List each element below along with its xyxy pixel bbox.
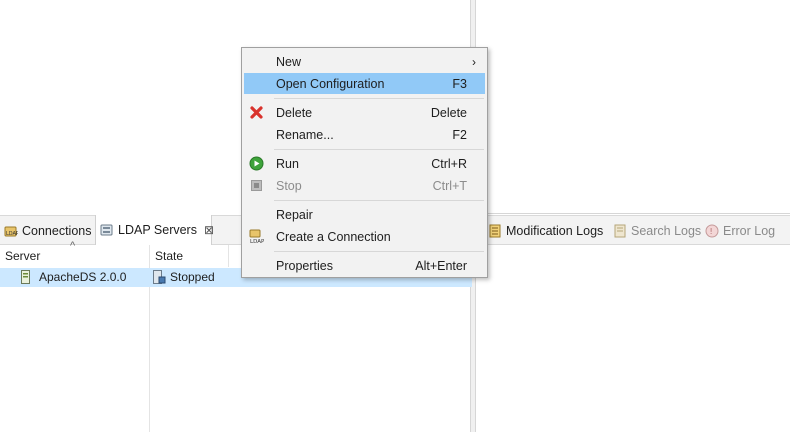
svg-text:LDAP: LDAP: [250, 239, 264, 244]
menu-item-run[interactable]: Run Ctrl+R: [244, 153, 485, 174]
server-icon: [21, 270, 30, 287]
chevron-right-icon: ›: [472, 54, 476, 69]
menu-item-create-connection[interactable]: LDAP Create a Connection: [244, 226, 485, 247]
run-icon: [249, 156, 264, 171]
server-state: Stopped: [170, 270, 215, 284]
connections-icon: LDAP: [4, 224, 19, 238]
menu-item-repair[interactable]: Repair: [244, 204, 485, 225]
server-name: ApacheDS 2.0.0: [39, 270, 127, 284]
tab-connections[interactable]: LDAP Connections: [0, 216, 94, 245]
top-right-divider: [476, 213, 790, 214]
tab-ldap-servers[interactable]: LDAP Servers ⊠: [95, 215, 214, 245]
sort-ascending-icon: ^: [70, 240, 76, 252]
menu-item-stop[interactable]: Stop Ctrl+T: [244, 175, 485, 196]
delete-icon: [249, 105, 264, 120]
tab-label: LDAP Servers: [118, 223, 197, 237]
menu-item-open-configuration[interactable]: Open Configuration F3: [244, 73, 485, 94]
close-icon[interactable]: ⊠: [204, 223, 214, 237]
stopped-icon: [153, 270, 166, 287]
stop-icon: [249, 178, 264, 193]
column-header-divider: [228, 245, 229, 267]
tab-label: Modification Logs: [506, 223, 604, 238]
tab-modification-logs[interactable]: Modification Logs: [484, 216, 604, 245]
context-menu: New › Open Configuration F3 Delete Delet…: [241, 47, 488, 278]
svg-text:LDAP: LDAP: [6, 231, 18, 237]
tab-label: Search Logs: [631, 223, 702, 238]
ldap-connection-icon: LDAP: [249, 229, 265, 245]
right-tab-strip: Modification Logs Search Logs ! Error Lo…: [476, 215, 790, 245]
menu-separator: [274, 200, 484, 201]
search-logs-icon: [613, 224, 627, 238]
menu-item-new[interactable]: New ›: [244, 51, 485, 72]
ldap-servers-icon: [100, 223, 114, 237]
menu-separator: [274, 98, 484, 99]
tab-label: Error Log: [723, 223, 776, 238]
menu-item-rename[interactable]: Rename... F2: [244, 124, 485, 145]
column-header-state[interactable]: State: [155, 245, 235, 267]
menu-item-properties[interactable]: Properties Alt+Enter: [244, 255, 485, 276]
error-log-icon: !: [705, 224, 719, 238]
tab-label: Connections: [22, 223, 92, 238]
svg-text:!: !: [710, 227, 713, 236]
menu-separator: [274, 149, 484, 150]
menu-item-delete[interactable]: Delete Delete: [244, 102, 485, 123]
tab-error-log[interactable]: ! Error Log: [701, 216, 781, 245]
menu-separator: [274, 251, 484, 252]
tab-search-logs[interactable]: Search Logs: [609, 216, 702, 245]
modification-logs-icon: [488, 224, 502, 238]
